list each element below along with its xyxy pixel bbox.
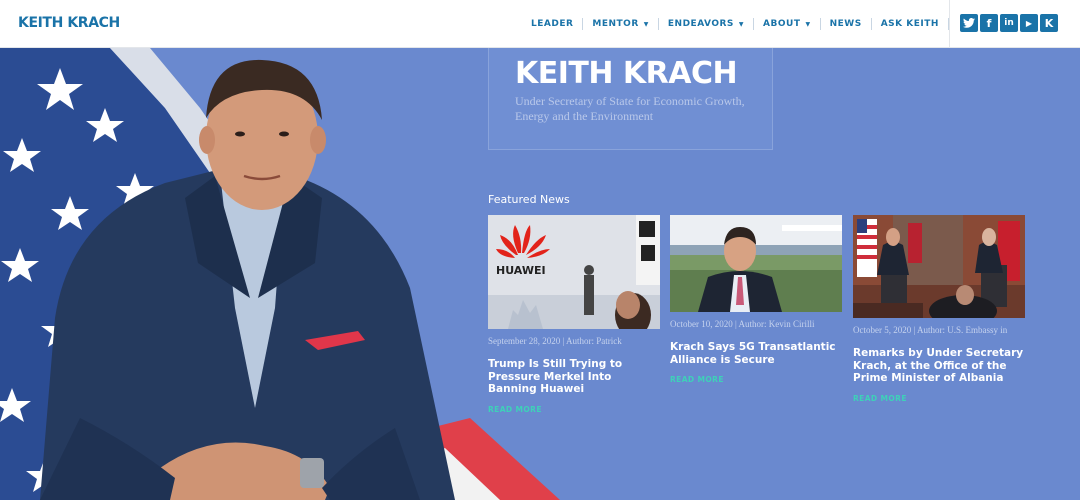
site-logo[interactable]: KEITH KRACH	[18, 15, 120, 31]
news-thumbnail-albania[interactable]	[853, 215, 1025, 318]
youtube-icon[interactable]: ▶	[1020, 14, 1038, 32]
facebook-icon[interactable]: f	[980, 14, 998, 32]
nav-label: ASK KEITH	[880, 19, 939, 29]
nav-label: ABOUT	[763, 19, 801, 29]
hero-portrait-image	[0, 48, 560, 500]
nav-label: MENTOR	[592, 19, 639, 29]
nav-label: NEWS	[829, 19, 862, 29]
nav-item-about[interactable]: ABOUT ▼	[754, 19, 820, 29]
hero-subtitle: Under Secretary of State for Economic Gr…	[515, 94, 745, 123]
news-thumbnail-huawei[interactable]: HUAWEI	[488, 215, 660, 329]
nav-label: LEADER	[531, 19, 574, 29]
read-more-link[interactable]: READ MORE	[853, 394, 1025, 403]
caret-down-icon: ▼	[643, 20, 649, 28]
medium-icon[interactable]: K	[1040, 14, 1058, 32]
news-card: October 5, 2020 | Author: U.S. Embassy i…	[853, 215, 1025, 403]
news-meta: September 28, 2020 | Author: Patrick	[488, 336, 622, 346]
linkedin-icon[interactable]: in	[1000, 14, 1018, 32]
news-meta: October 10, 2020 | Author: Kevin Cirilli	[670, 319, 815, 329]
nav-item-mentor[interactable]: MENTOR ▼	[583, 19, 657, 29]
main-nav: LEADER MENTOR ▼ ENDEAVORS ▼ ABOUT ▼ NEWS AS…	[522, 0, 977, 48]
featured-news-heading: Featured News	[488, 193, 570, 206]
news-title[interactable]: Krach Says 5G Transatlantic Alliance is …	[670, 341, 842, 366]
header-divider	[949, 0, 950, 48]
nav-item-news[interactable]: NEWS	[821, 19, 871, 29]
huawei-logo-text: HUAWEI	[496, 264, 546, 277]
social-links: f in ▶ K	[960, 14, 1058, 32]
read-more-link[interactable]: READ MORE	[670, 375, 842, 384]
news-card: October 10, 2020 | Author: Kevin Cirilli…	[670, 215, 842, 384]
news-thumbnail-krach-5g[interactable]	[670, 215, 842, 312]
twitter-icon[interactable]	[960, 14, 978, 32]
caret-down-icon: ▼	[738, 20, 745, 28]
news-meta: October 5, 2020 | Author: U.S. Embassy i…	[853, 325, 1008, 335]
site-header: KEITH KRACH LEADER MENTOR ▼ ENDEAVORS ▼ AB…	[0, 0, 1080, 48]
caret-down-icon: ▼	[805, 20, 811, 28]
nav-item-ask-keith[interactable]: ASK KEITH	[872, 19, 948, 29]
news-title[interactable]: Trump Is Still Trying to Pressure Merkel…	[488, 358, 660, 396]
nav-item-leader[interactable]: LEADER	[522, 19, 582, 29]
hero-title-box: KEITH KRACH Under Secretary of State for…	[488, 48, 773, 150]
news-title[interactable]: Remarks by Under Secretary Krach, at the…	[853, 347, 1025, 385]
nav-item-endeavors[interactable]: ENDEAVORS ▼	[659, 19, 753, 29]
hero-title: KEITH KRACH	[515, 56, 738, 91]
read-more-link[interactable]: READ MORE	[488, 405, 660, 414]
news-card: HUAWEI September 28, 2020 | Author: Patr…	[488, 215, 660, 414]
nav-label: ENDEAVORS	[667, 19, 734, 29]
